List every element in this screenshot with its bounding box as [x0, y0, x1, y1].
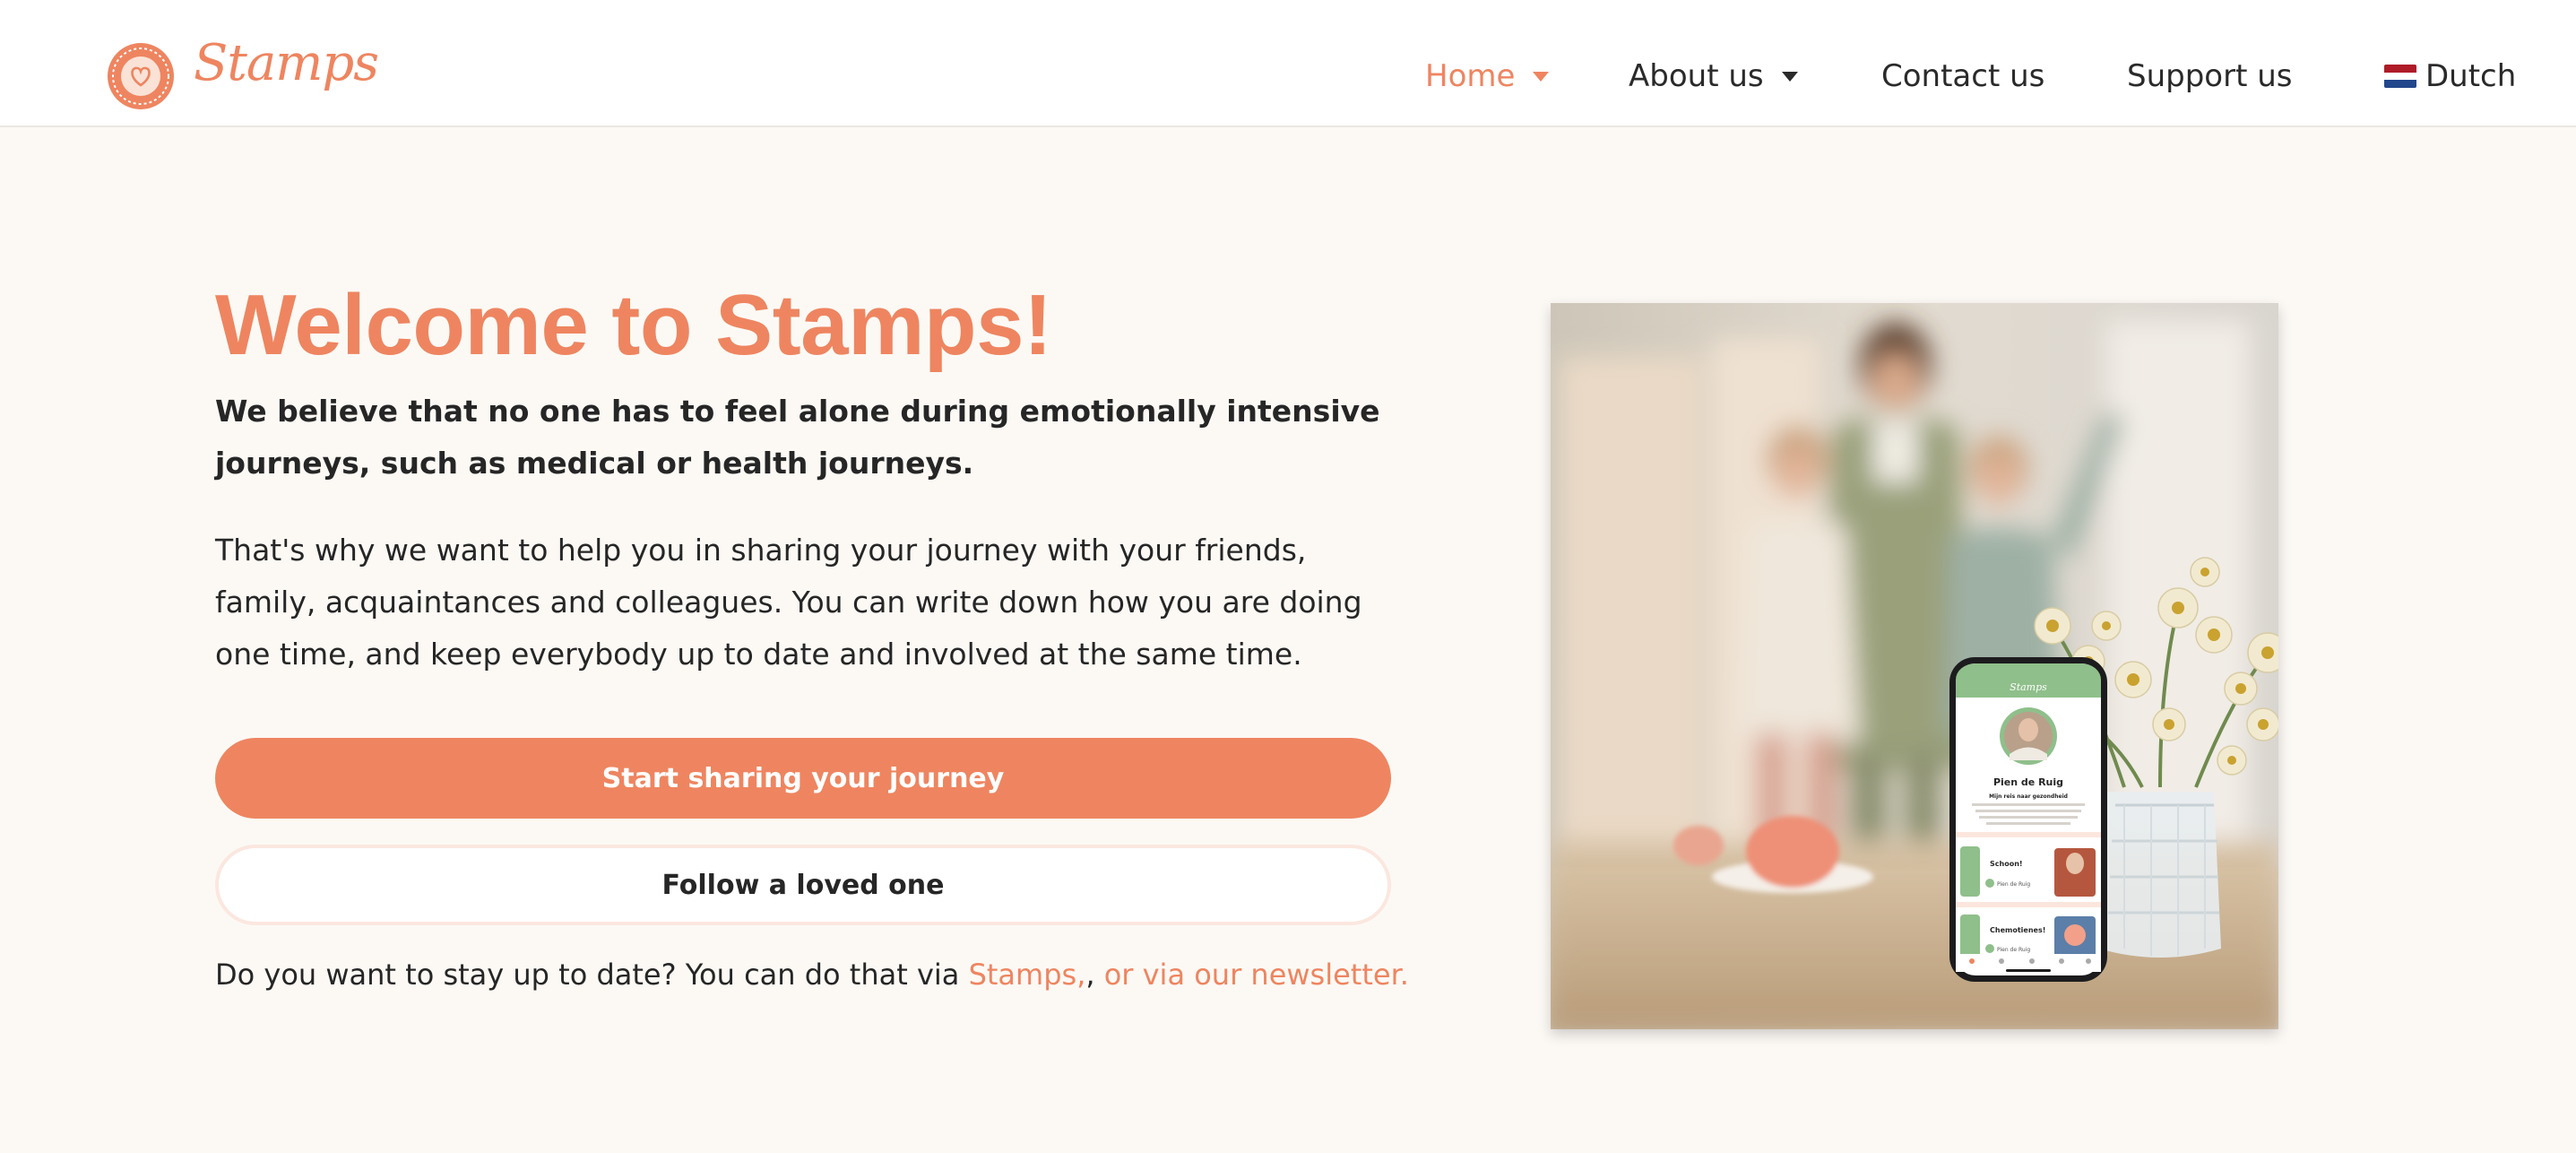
phone-post-2-author: Pien de Ruig — [1997, 947, 2030, 953]
hero-body: That's why we want to help you in sharin… — [215, 533, 1362, 672]
phone-profile-name: Pien de Ruig — [1993, 776, 2063, 788]
phone-app-title: Stamps — [2010, 681, 2047, 693]
phone-profile-subtitle: Mijn reis naar gezondheid — [1989, 793, 2068, 800]
logo-wordmark[interactable]: Stamps — [194, 34, 379, 92]
nav-contact[interactable]: Contact us — [1881, 54, 2044, 99]
nav-about-label[interactable]: About us — [1629, 58, 1764, 94]
stamps-link[interactable]: Stamps, — [969, 958, 1086, 992]
phone-post-1-author: Pien de Ruig — [1997, 881, 2030, 888]
chevron-down-icon — [1781, 71, 1798, 82]
phone-mockup: Stamps Pien de Ruig Mijn reis naar gezon… — [1949, 657, 2107, 982]
stamps-logo-icon[interactable] — [106, 41, 176, 111]
nav-contact-label[interactable]: Contact us — [1881, 58, 2044, 94]
phone-post-1-title: Schoon! — [1990, 860, 2023, 868]
language-label[interactable]: Dutch — [2425, 58, 2516, 94]
language-switch[interactable]: Dutch — [2384, 54, 2516, 99]
note-prefix: Do you want to stay up to date? You can … — [215, 958, 969, 992]
nav-home-label[interactable]: Home — [1425, 58, 1515, 94]
chevron-down-icon — [1533, 71, 1550, 82]
site-header: Stamps Home About us Contact us Support … — [0, 0, 2576, 127]
nav-about[interactable]: About us — [1629, 54, 1798, 99]
start-sharing-button[interactable]: Start sharing your journey — [215, 738, 1391, 819]
netherlands-flag-icon — [2384, 65, 2416, 88]
newsletter-link[interactable]: or via our newsletter. — [1104, 958, 1409, 992]
hero-lead: We believe that no one has to feel alone… — [215, 394, 1380, 481]
phone-post-2-title: Chemotienes! — [1990, 926, 2045, 934]
hero-photo: Stamps Pien de Ruig Mijn reis naar gezon… — [1551, 303, 2278, 1029]
follow-loved-one-button[interactable]: Follow a loved one — [215, 845, 1391, 925]
note-separator: , — [1085, 958, 1104, 992]
page-title: Welcome to Stamps! — [215, 277, 1052, 373]
nav-support-label[interactable]: Support us — [2127, 58, 2292, 94]
nav-home[interactable]: Home — [1425, 54, 1550, 99]
stay-updated-note: Do you want to stay up to date? You can … — [215, 958, 1409, 992]
nav-support[interactable]: Support us — [2127, 54, 2292, 99]
